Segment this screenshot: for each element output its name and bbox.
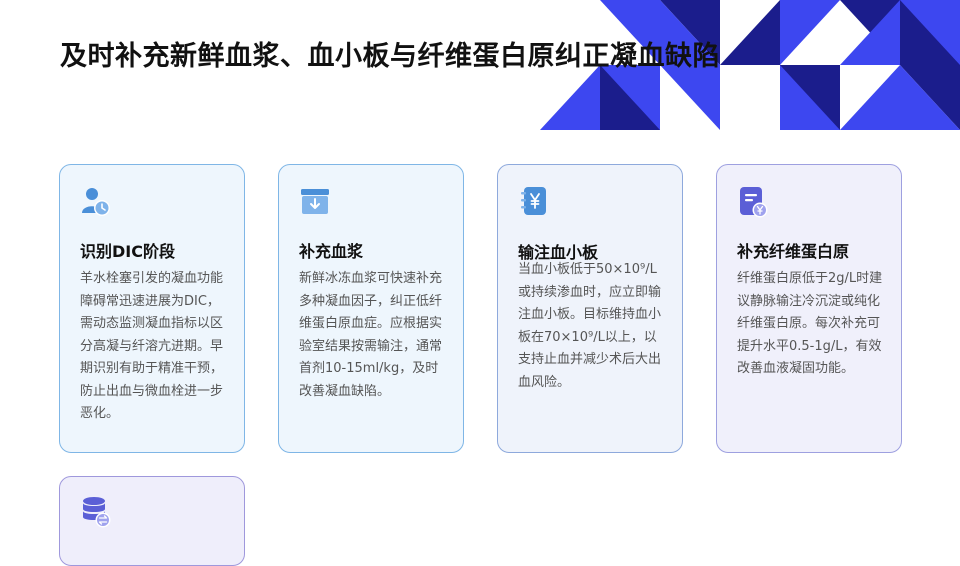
card-title: 补充纤维蛋白原: [737, 242, 850, 261]
card-plasma: 补充血浆 新鲜冰冻血浆可快速补充多种凝血因子，纠正低纤维蛋白原血症。应根据实验室…: [278, 164, 464, 453]
database-sync-icon: [83, 497, 111, 528]
card-body: 新鲜冰冻血浆可快速补充多种凝血因子，纠正低纤维蛋白原血症。应根据实验室结果按需输…: [299, 271, 443, 399]
document-yen-icon: [740, 187, 768, 218]
card-platelets: 输注血小板 当血小板低于50×10⁹/L或持续渗血时，应立即输注血小板。目标维持…: [497, 164, 683, 453]
card-title: 识别DIC阶段: [80, 242, 175, 261]
box-archive-icon: [301, 189, 329, 214]
card-identify-dic: 识别DIC阶段 羊水栓塞引发的凝血功能障碍常迅速进展为DIC，需动态监测凝血指标…: [59, 164, 245, 453]
page-title: 及时补充新鲜血浆、血小板与纤维蛋白原纠正凝血缺陷: [60, 41, 720, 72]
card-body: 当血小板低于50×10⁹/L或持续渗血时，应立即输注血小板。目标维持血小板在70…: [518, 262, 662, 390]
card-title: 补充血浆: [299, 242, 364, 261]
user-clock-icon: [82, 188, 110, 216]
card-fibrinogen: 补充纤维蛋白原 纤维蛋白原低于2g/L时建议静脉输注冷沉淀或纯化纤维蛋白原。每次…: [716, 164, 902, 453]
yen-notebook-icon: [521, 187, 546, 215]
card-partial: [59, 476, 245, 566]
card-body: 羊水栓塞引发的凝血功能障碍常迅速进展为DIC，需动态监测凝血指标以区分高凝与纤溶…: [80, 271, 224, 421]
card-body: 纤维蛋白原低于2g/L时建议静脉输注冷沉淀或纯化纤维蛋白原。每次补充可提升水平0…: [737, 271, 883, 376]
